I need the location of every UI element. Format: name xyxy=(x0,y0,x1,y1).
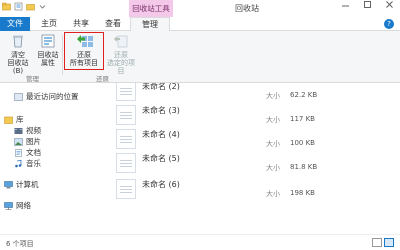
recycle-bin-icon xyxy=(10,33,26,49)
file-size-label: 大小 xyxy=(266,92,280,100)
video-icon xyxy=(14,127,23,135)
restore-selected-line1: 还原 xyxy=(114,51,128,59)
file-name: 未命名 (6) xyxy=(142,180,180,189)
nav-scrollbar[interactable] xyxy=(0,83,4,234)
new-folder-icon[interactable] xyxy=(26,2,35,11)
nav-item-pictures[interactable]: 图片 xyxy=(14,136,41,147)
computer-icon xyxy=(4,180,13,189)
restore-selected-icon xyxy=(113,33,129,49)
file-size-label: 大小 xyxy=(266,190,280,198)
list-item[interactable]: 未命名 (4) 大小 100 KB xyxy=(116,129,396,151)
nav-label-network: 网络 xyxy=(16,201,31,210)
window-title: 回收站 xyxy=(235,4,259,13)
nav-label-libraries: 库 xyxy=(16,115,24,124)
restore-selected-items-button[interactable]: 还原 选定的项目 xyxy=(106,33,136,75)
group-separator xyxy=(62,35,63,75)
group-label-restore: 还原 xyxy=(96,75,109,83)
status-bar: 6 个项目 xyxy=(0,234,400,250)
nav-item-videos[interactable]: 视频 xyxy=(14,125,41,136)
recycle-bin-properties-button[interactable]: 回收站 属性 xyxy=(35,33,61,67)
file-thumbnail-icon xyxy=(116,153,136,173)
file-thumbnail-icon xyxy=(116,105,136,125)
tab-share[interactable]: 共享 xyxy=(68,17,94,31)
file-name: 未命名 (4) xyxy=(142,130,180,139)
file-name: 未命名 (2) xyxy=(142,83,180,91)
nav-item-recent[interactable]: 最近访问的位置 xyxy=(14,91,79,102)
nav-item-network[interactable]: 网络 xyxy=(4,200,31,211)
picture-icon xyxy=(14,137,23,146)
item-count: 6 个项目 xyxy=(6,240,34,248)
minimize-button[interactable] xyxy=(334,0,356,15)
file-size: 117 KB xyxy=(290,115,315,123)
quick-access-toolbar xyxy=(2,2,47,11)
empty-recycle-bin-button[interactable]: 清空 回收站(B) xyxy=(6,33,30,75)
file-size: 62.2 KB xyxy=(290,91,318,99)
file-thumbnail-icon xyxy=(116,179,136,199)
maximize-icon xyxy=(363,1,371,8)
restore-icon xyxy=(76,33,93,49)
restore-all-items-button[interactable]: 还原 所有项目 xyxy=(64,32,104,70)
restore-selected-line2: 选定的项目 xyxy=(107,59,135,75)
context-tool-title: 回收站工具 xyxy=(129,0,173,17)
maximize-button[interactable] xyxy=(356,0,378,15)
restore-all-line1: 还原 xyxy=(77,51,91,59)
minimize-icon xyxy=(341,5,349,7)
ribbon: 清空 回收站(B) 回收站 属性 还原 所有项目 还原 选定的项目 管理 还原 xyxy=(0,31,400,83)
file-size-label: 大小 xyxy=(266,116,280,124)
title-bar: 回收站工具 回收站 xyxy=(0,0,400,17)
nav-label-pictures: 图片 xyxy=(26,137,41,146)
file-thumbnail-icon xyxy=(116,129,136,149)
nav-item-libraries[interactable]: 库 xyxy=(4,114,24,125)
properties-icon[interactable] xyxy=(14,2,23,11)
restore-all-line2: 所有项目 xyxy=(70,59,98,67)
file-name: 未命名 (5) xyxy=(142,154,180,163)
recent-places-icon xyxy=(14,92,23,101)
nav-item-documents[interactable]: 文档 xyxy=(14,147,41,158)
file-size: 81.8 KB xyxy=(290,163,318,171)
file-size-label: 大小 xyxy=(266,164,280,172)
list-item[interactable]: 未命名 (5) 大小 81.8 KB xyxy=(116,153,396,175)
file-size: 100 KB xyxy=(290,139,315,147)
music-icon xyxy=(14,159,23,168)
list-item[interactable]: 未命名 (2) 大小 62.2 KB xyxy=(116,83,396,103)
nav-label-music: 音乐 xyxy=(26,159,41,168)
properties-icon xyxy=(40,33,56,49)
list-item[interactable]: 未命名 (3) 大小 117 KB xyxy=(116,105,396,127)
close-button[interactable] xyxy=(378,0,400,15)
navigation-pane: 最近访问的位置 库 视频 图片 文档 音乐 计算机 网络 xyxy=(0,83,110,234)
nav-label-computer: 计算机 xyxy=(16,180,39,189)
tab-file[interactable]: 文件 xyxy=(0,17,30,31)
group-label-manage: 管理 xyxy=(26,75,39,83)
empty-recycle-bin-line1: 清空 xyxy=(11,51,25,59)
folder-icon[interactable] xyxy=(2,2,11,11)
view-toggle xyxy=(372,238,394,247)
network-icon xyxy=(4,201,13,210)
file-list: 未命名 (2) 大小 62.2 KB 未命名 (3) 大小 117 KB 未命名… xyxy=(110,83,400,234)
details-view-icon[interactable] xyxy=(372,238,382,247)
file-name: 未命名 (3) xyxy=(142,106,180,115)
list-item[interactable]: 未命名 (6) 大小 198 KB xyxy=(116,179,396,201)
file-thumbnail-icon xyxy=(116,83,136,101)
close-icon xyxy=(385,1,393,8)
nav-item-computer[interactable]: 计算机 xyxy=(4,179,39,190)
customize-qat-icon[interactable] xyxy=(38,2,47,11)
document-icon xyxy=(14,148,23,157)
nav-label-videos: 视频 xyxy=(26,126,41,135)
nav-label-documents: 文档 xyxy=(26,148,41,157)
nav-item-music[interactable]: 音乐 xyxy=(14,158,41,169)
help-icon[interactable]: ? xyxy=(384,19,394,29)
tab-manage[interactable]: 管理 xyxy=(130,17,170,32)
file-size-label: 大小 xyxy=(266,140,280,148)
large-icons-view-icon[interactable] xyxy=(384,238,394,247)
recycle-bin-properties-line1: 回收站 xyxy=(37,51,59,59)
library-icon xyxy=(4,116,13,124)
ribbon-tabs: 文件 主页 共享 查看 管理 ? xyxy=(0,17,400,32)
nav-label-recent: 最近访问的位置 xyxy=(26,92,79,101)
window-controls xyxy=(334,0,400,15)
tab-home[interactable]: 主页 xyxy=(36,17,62,31)
file-size: 198 KB xyxy=(290,189,315,197)
recycle-bin-properties-line2: 属性 xyxy=(41,59,55,67)
tab-view[interactable]: 查看 xyxy=(100,17,126,31)
